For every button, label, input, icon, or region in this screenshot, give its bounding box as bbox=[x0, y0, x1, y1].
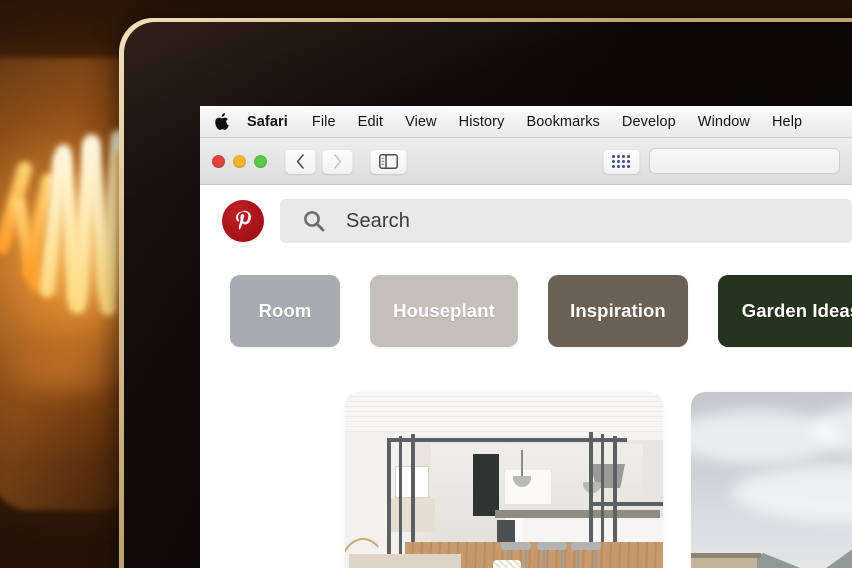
building-roof bbox=[691, 553, 761, 558]
pill-garden-ideas[interactable]: Garden Ideas bbox=[718, 275, 852, 347]
macos-menubar: Safari File Edit View History Bookmarks … bbox=[200, 106, 852, 138]
sidebar-toggle-button[interactable] bbox=[370, 148, 407, 174]
sidebar-toggle-icon bbox=[379, 153, 398, 169]
bar-stool bbox=[571, 542, 601, 550]
pill-label: Garden Ideas bbox=[741, 300, 852, 321]
search-input[interactable]: Search bbox=[280, 199, 852, 243]
pill-houseplant[interactable]: Houseplant bbox=[370, 275, 518, 347]
menu-item-help[interactable]: Help bbox=[761, 114, 813, 130]
pinterest-p-glyph bbox=[236, 210, 251, 230]
interior-photo bbox=[345, 392, 663, 568]
bar-stool bbox=[537, 542, 567, 550]
door-track bbox=[589, 502, 663, 506]
pendant-cord bbox=[521, 450, 523, 478]
kitchen-counter bbox=[495, 510, 660, 518]
side-pouf bbox=[493, 560, 521, 568]
menu-item-bookmarks[interactable]: Bookmarks bbox=[515, 114, 610, 130]
address-bar[interactable] bbox=[648, 148, 840, 174]
pin-card-row bbox=[200, 347, 852, 568]
apple-logo-icon[interactable] bbox=[214, 113, 229, 130]
grid-dots-icon bbox=[612, 154, 630, 168]
dark-doorway bbox=[473, 454, 499, 516]
close-window-button[interactable] bbox=[212, 154, 225, 168]
menu-item-file[interactable]: File bbox=[301, 114, 347, 130]
tab-overview-button[interactable] bbox=[602, 148, 640, 174]
minimize-window-button[interactable] bbox=[233, 154, 246, 168]
zoom-window-button[interactable] bbox=[254, 154, 267, 168]
search-icon bbox=[304, 211, 325, 232]
pill-label: Houseplant bbox=[393, 300, 495, 321]
chevron-right-icon bbox=[334, 153, 342, 169]
door-panel-fold bbox=[399, 436, 402, 562]
screenshot-stage: Safari File Edit View History Bookmarks … bbox=[0, 0, 852, 568]
category-pill-row: Room Houseplant Inspiration Garden Ideas bbox=[200, 243, 852, 347]
window-controls bbox=[212, 154, 267, 168]
chevron-left-icon bbox=[296, 153, 304, 169]
menu-item-history[interactable]: History bbox=[448, 114, 516, 130]
stool-leg bbox=[525, 550, 527, 568]
menu-item-window[interactable]: Window bbox=[687, 114, 761, 130]
pill-room[interactable]: Room bbox=[230, 275, 340, 347]
bar-stool bbox=[501, 542, 531, 550]
pill-label: Inspiration bbox=[570, 300, 666, 321]
stool-leg bbox=[561, 550, 563, 568]
menu-item-edit[interactable]: Edit bbox=[347, 114, 394, 130]
back-button[interactable] bbox=[285, 148, 316, 174]
pinterest-header: Search bbox=[200, 185, 852, 243]
forward-button[interactable] bbox=[322, 148, 353, 174]
pin-card-landscape[interactable] bbox=[691, 392, 852, 568]
door-frame-right bbox=[589, 432, 593, 560]
cloud bbox=[731, 464, 852, 522]
pinterest-page: Search Room Houseplant Inspiration Garde… bbox=[200, 185, 852, 568]
door-frame-left bbox=[387, 438, 391, 562]
landscape-photo bbox=[691, 392, 852, 568]
pill-inspiration[interactable]: Inspiration bbox=[548, 275, 688, 347]
search-placeholder: Search bbox=[346, 209, 410, 232]
menu-item-view[interactable]: View bbox=[394, 114, 448, 130]
menu-item-develop[interactable]: Develop bbox=[611, 114, 687, 130]
menu-item-safari[interactable]: Safari bbox=[247, 114, 301, 130]
pill-label: Room bbox=[258, 300, 312, 321]
laptop-screen: Safari File Edit View History Bookmarks … bbox=[200, 106, 852, 568]
stool-leg bbox=[595, 550, 597, 568]
pinterest-logo-icon[interactable] bbox=[222, 200, 264, 242]
stool-leg bbox=[543, 550, 545, 568]
safari-toolbar bbox=[200, 138, 852, 185]
stool-leg bbox=[577, 550, 579, 568]
pin-card-interior[interactable] bbox=[345, 392, 663, 568]
